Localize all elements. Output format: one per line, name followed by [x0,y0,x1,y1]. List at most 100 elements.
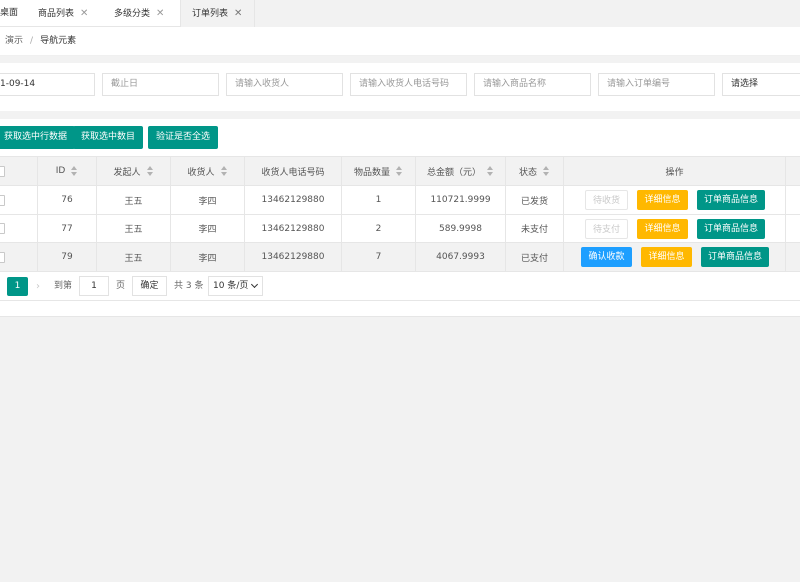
tab-label: 订单列表 [192,9,229,19]
header-checkbox-cell [0,157,38,185]
table-row[interactable]: 76 王五 李四 13462129880 1 110721.9999 已发货 待… [0,186,800,215]
order-table: ID 发起人 收货人 收货人电话号码 物品数量 总金额（元） 状态 操作 76 … [0,156,800,272]
cell-initiator: 王五 [97,215,171,242]
tab-label: 桌面 [0,8,19,18]
header-label: 操作 [665,167,684,178]
cell-quantity: 1 [342,186,416,214]
details-button[interactable]: 详细信息 [641,247,692,267]
cell-id: 79 [38,243,97,271]
phone-input[interactable]: 请输入收货人电话号码 [350,73,467,96]
header-filler [786,157,800,185]
sort-icon[interactable] [543,166,550,176]
order-goods-button[interactable]: 订单商品信息 [701,247,769,267]
cell-actions: 待支付 详细信息 订单商品信息 [564,215,786,242]
close-icon[interactable]: ✕ [156,8,164,19]
header-amount[interactable]: 总金额（元） [416,157,506,185]
end-date-input[interactable]: 截止日 [102,73,219,96]
sort-icon[interactable] [396,166,403,176]
header-consignee[interactable]: 收货人 [171,157,245,185]
header-actions: 操作 [564,157,786,185]
cell-initiator: 王五 [97,186,171,214]
confirm-payment-button[interactable]: 确认收款 [581,247,632,267]
cell-actions: 确认收款 详细信息 订单商品信息 [564,243,786,271]
table-row[interactable]: 79 王五 李四 13462129880 7 4067.9993 已支付 确认收… [0,243,800,272]
get-selected-count-button[interactable]: 获取选中数目 [73,126,144,149]
await-receipt-button: 待收货 [585,190,628,210]
details-button[interactable]: 详细信息 [637,190,688,210]
close-icon[interactable]: ✕ [80,8,88,19]
product-name-input[interactable]: 请输入商品名称 [474,73,591,96]
goto-page-input[interactable]: 1 [79,276,109,296]
get-selected-rows-button[interactable]: 获取选中行数据 [0,126,76,149]
consignee-input[interactable]: 请输入收货人 [226,73,343,96]
goto-confirm-button[interactable]: 确定 [132,276,167,296]
cell-status: 已支付 [506,243,564,271]
cell-id: 77 [38,215,97,242]
sort-icon[interactable] [71,166,78,176]
total-count: 共 3 条 [174,281,204,291]
table-row[interactable]: 77 王五 李四 13462129880 2 589.9998 未支付 待支付 … [0,215,800,243]
status-select[interactable]: 请选择 [722,73,800,96]
cell-amount: 4067.9993 [416,243,506,271]
cell-status: 未支付 [506,215,564,242]
page-size-select[interactable]: 10 条/页 [208,276,263,296]
row-checkbox[interactable] [0,251,5,263]
cell-quantity: 7 [342,243,416,271]
tab-multilevel-category[interactable]: 多级分类 ✕ [102,0,182,27]
header-initiator[interactable]: 发起人 [97,157,171,185]
header-label: ID [55,166,66,176]
tab-product-list[interactable]: 商品列表 ✕ [22,0,102,27]
next-page-icon[interactable]: › [36,277,40,296]
cell-phone: 13462129880 [245,215,342,242]
cell-quantity: 2 [342,215,416,242]
sort-icon[interactable] [487,166,494,176]
tab-order-list[interactable]: 订单列表 ✕ [180,0,255,27]
row-checkbox[interactable] [0,194,5,206]
start-date-input[interactable]: 1-09-14 [0,73,95,96]
order-number-input[interactable]: 请输入订单编号 [598,73,715,96]
breadcrumb-item-demo[interactable]: 演示 [5,36,23,46]
breadcrumb-separator: / [30,36,34,46]
goto-label: 到第 [54,281,73,291]
header-label: 状态 [518,167,537,178]
page-size-value: 10 条/页 [213,281,249,291]
header-label: 物品数量 [353,167,390,178]
order-goods-button[interactable]: 订单商品信息 [697,190,765,210]
row-checkbox[interactable] [0,223,5,234]
tab-strip-fill [255,0,800,27]
sort-icon[interactable] [220,166,228,176]
cell-phone: 13462129880 [245,243,342,271]
sort-icon[interactable] [146,166,154,176]
table-footer-band [0,301,800,317]
header-label: 总金额（元） [426,167,481,178]
row-filler [786,186,800,214]
current-page-button[interactable]: 1 [7,277,28,296]
tab-strip: 桌面 商品列表 ✕ 多级分类 ✕ 订单列表 ✕ [0,0,800,27]
filter-bar: 1-09-14 截止日 请输入收货人 请输入收货人电话号码 请输入商品名称 请输… [0,63,800,111]
header-id[interactable]: ID [38,157,97,185]
row-checkbox-cell [0,243,38,271]
page-unit-label: 页 [116,281,126,291]
table-header: ID 发起人 收货人 收货人电话号码 物品数量 总金额（元） 状态 操作 [0,156,800,186]
tab-desktop[interactable]: 桌面 [0,0,22,27]
breadcrumb: 演示 / 导航元素 [0,27,800,56]
pagination: 1 › 到第 1 页 确定 共 3 条 10 条/页 [0,272,800,301]
select-all-checkbox[interactable] [0,165,5,177]
cell-amount: 110721.9999 [416,186,506,214]
order-goods-button[interactable]: 订单商品信息 [697,219,765,239]
tab-label: 多级分类 [114,9,151,19]
header-quantity[interactable]: 物品数量 [342,157,416,185]
await-payment-button: 待支付 [585,219,628,239]
close-icon[interactable]: ✕ [234,8,242,19]
details-button[interactable]: 详细信息 [637,219,688,239]
cell-consignee: 李四 [171,186,245,214]
cell-amount: 589.9998 [416,215,506,242]
row-filler [786,243,800,271]
tab-label: 商品列表 [38,9,75,19]
header-status[interactable]: 状态 [506,157,564,185]
row-checkbox-cell [0,186,38,214]
cell-id: 76 [38,186,97,214]
check-all-selected-button[interactable]: 验证是否全选 [148,126,219,149]
header-label: 发起人 [113,167,141,178]
toolbar: 获取选中行数据 获取选中数目 验证是否全选 [0,119,800,156]
